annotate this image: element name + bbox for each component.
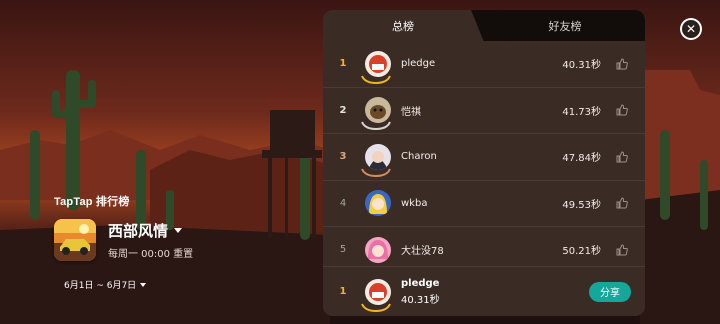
taptap-leaderboard-brand: TapTap 排行榜 bbox=[54, 196, 130, 208]
my-player-name: pledge bbox=[401, 277, 440, 289]
player-name: 大壮没78 bbox=[401, 246, 444, 258]
date-range-selector[interactable]: 6月1日 ~ 6月7日 bbox=[64, 278, 147, 291]
my-rank-number: 1 bbox=[339, 286, 347, 297]
game-title: 西部风情 bbox=[108, 222, 169, 240]
my-player-time: 40.31秒 bbox=[401, 294, 440, 306]
rank-number: 5 bbox=[339, 244, 347, 256]
pink-hair-avatar-icon[interactable] bbox=[365, 236, 391, 263]
rank-number: 2 bbox=[339, 104, 347, 116]
thumbs-up-icon[interactable] bbox=[615, 103, 629, 117]
share-button[interactable]: 分享 bbox=[589, 281, 631, 302]
player-time: 50.21秒 bbox=[562, 246, 601, 258]
rank-number: 4 bbox=[339, 197, 347, 209]
leaderboard-tabs: 总榜 好友榜 bbox=[323, 10, 645, 41]
leaderboard-row[interactable]: 1 pledge 40.31秒 bbox=[323, 41, 645, 88]
player-time: 47.84秒 bbox=[562, 153, 601, 165]
close-button[interactable]: ✕ bbox=[680, 18, 702, 40]
leaderboard-panel: 总榜 好友榜 1 pledge 40.31秒 2 恺祺 41.73秒 3 Cha… bbox=[323, 10, 645, 316]
chevron-down-icon bbox=[174, 228, 183, 233]
laurel-badge-icon bbox=[361, 168, 391, 177]
my-rank-entry: 1 pledge 40.31秒 分享 bbox=[323, 266, 645, 316]
rank-number: 3 bbox=[339, 151, 347, 163]
player-name: Charon bbox=[401, 151, 437, 163]
laurel-badge-icon bbox=[361, 303, 391, 312]
leaderboard-row[interactable]: 4 wkba 49.53秒 bbox=[323, 181, 645, 227]
tab-friends-label: 好友榜 bbox=[548, 19, 582, 33]
laurel-badge-icon bbox=[361, 121, 391, 131]
laurel-badge-icon bbox=[361, 75, 391, 84]
player-time: 49.53秒 bbox=[562, 199, 601, 211]
player-time: 40.31秒 bbox=[562, 60, 601, 72]
rank-number: 1 bbox=[339, 58, 347, 70]
reset-schedule: 每周一 00:00 重置 bbox=[108, 249, 194, 260]
thumbs-up-icon[interactable] bbox=[615, 57, 629, 71]
leaderboard-row[interactable]: 2 恺祺 41.73秒 bbox=[323, 88, 645, 134]
player-name: pledge bbox=[401, 58, 436, 70]
game-title-dropdown[interactable]: 西部风情 bbox=[108, 220, 193, 241]
game-info: 西部风情 每周一 00:00 重置 bbox=[54, 219, 193, 261]
player-name: wkba bbox=[401, 197, 428, 209]
player-time: 41.73秒 bbox=[562, 106, 601, 118]
date-range-label: 6月1日 ~ 6月7日 bbox=[64, 281, 137, 291]
blonde-girl-avatar-icon[interactable] bbox=[365, 190, 391, 217]
leaderboard-row[interactable]: 3 Charon 47.84秒 bbox=[323, 134, 645, 181]
tab-overall[interactable]: 总榜 bbox=[323, 10, 483, 41]
tab-friends[interactable]: 好友榜 bbox=[485, 10, 645, 41]
thumbs-up-icon[interactable] bbox=[615, 196, 629, 210]
tab-overall-label: 总榜 bbox=[392, 19, 414, 33]
chevron-down-icon bbox=[140, 282, 147, 287]
player-name: 恺祺 bbox=[401, 106, 421, 118]
game-icon bbox=[54, 219, 96, 261]
thumbs-up-icon[interactable] bbox=[615, 243, 629, 257]
thumbs-up-icon[interactable] bbox=[615, 150, 629, 164]
leaderboard-list: 1 pledge 40.31秒 2 恺祺 41.73秒 3 Charon 47.… bbox=[323, 41, 645, 274]
close-icon: ✕ bbox=[682, 20, 700, 38]
